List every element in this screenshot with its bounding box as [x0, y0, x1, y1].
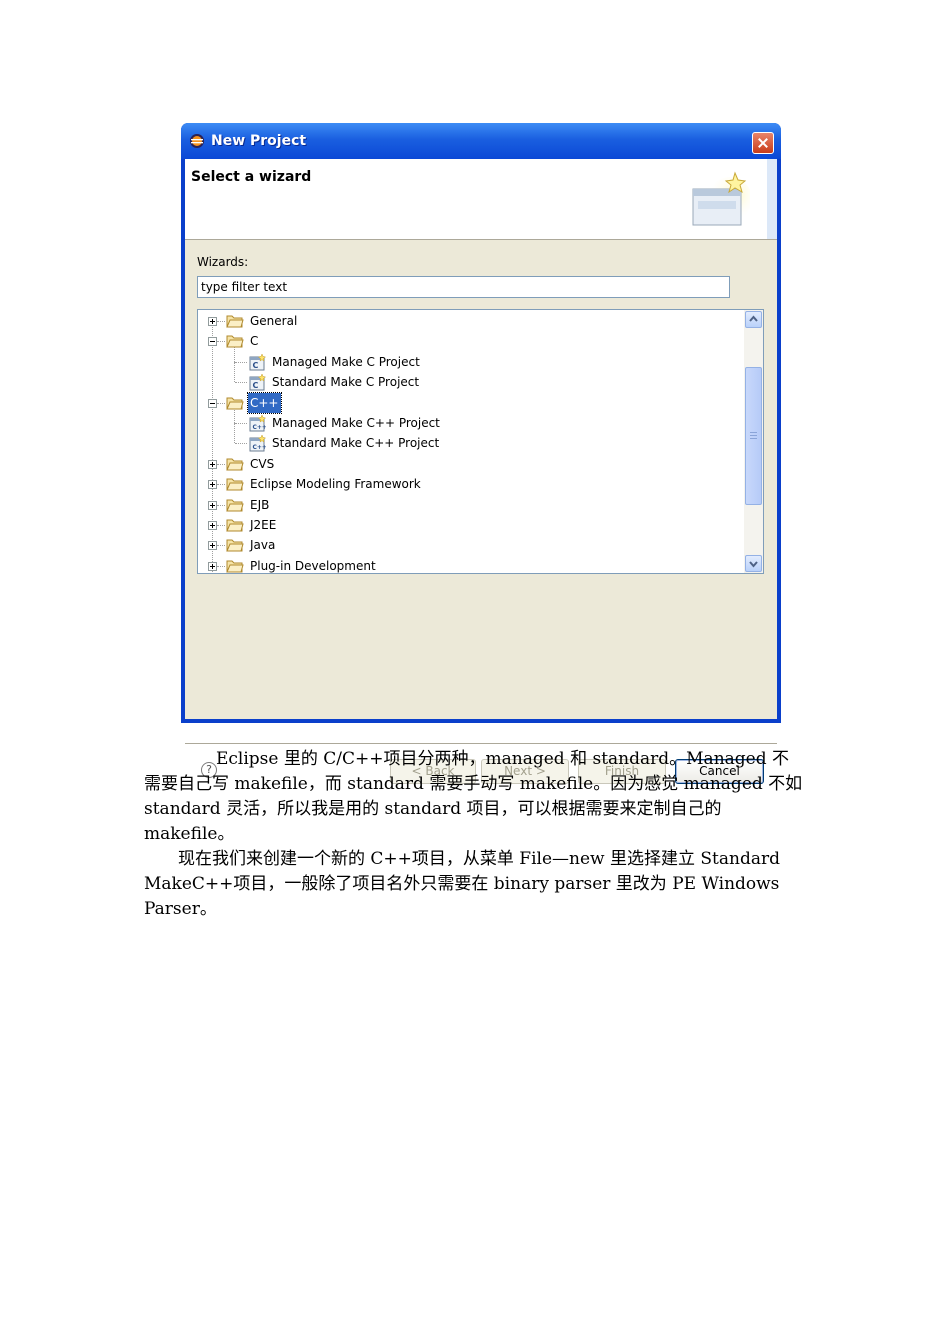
- tree-category-item[interactable]: Eclipse Modeling Framework: [198, 474, 738, 494]
- tree-item-label: Managed Make C++ Project: [272, 416, 440, 430]
- svg-text:C: C: [253, 361, 259, 370]
- folder-icon: [226, 539, 244, 552]
- folder-icon: [226, 315, 244, 328]
- tree-connector: [235, 423, 247, 424]
- eclipse-icon: [190, 134, 204, 148]
- chevron-up-icon: [749, 315, 758, 322]
- tree-category-item[interactable]: C: [198, 331, 738, 351]
- tree-category-item[interactable]: Java: [198, 535, 738, 555]
- header-strip: [767, 159, 777, 239]
- expand-icon[interactable]: [208, 500, 217, 510]
- dialog-title: New Project: [211, 133, 307, 149]
- tree-item-label: Plug-in Development: [250, 558, 376, 573]
- folder-icon: [226, 397, 244, 410]
- collapse-icon[interactable]: [208, 398, 217, 408]
- tree-item-label: EJB: [250, 497, 270, 512]
- tree-connector: [217, 484, 225, 486]
- tree-category-item[interactable]: EJB: [198, 495, 738, 515]
- project-icon: C: [249, 353, 266, 371]
- dialog-client-area: Select a wizard Wizards: Plug-in Deve: [185, 159, 777, 784]
- tree-category-item[interactable]: Plug-in Development: [198, 556, 738, 573]
- folder-icon: [226, 519, 244, 532]
- scroll-down-button[interactable]: [745, 555, 762, 572]
- tree-wizard-item[interactable]: C Managed Make C Project: [198, 341, 738, 372]
- new-wizard-icon: [692, 171, 750, 226]
- wizards-label: Wizards:: [197, 255, 249, 269]
- tree-item-label: Managed Make C Project: [272, 354, 420, 369]
- tree-item-label: CVS: [250, 456, 275, 471]
- wizard-header: Select a wizard: [185, 159, 777, 240]
- footer-separator: [185, 743, 777, 744]
- wizard-content: Wizards: Plug-in Development Java J2EE EJB E…: [185, 240, 777, 784]
- tree-item-label: Java: [250, 538, 276, 553]
- folder-icon: [226, 560, 244, 573]
- expand-icon[interactable]: [208, 561, 217, 571]
- tree-item-label: Eclipse Modeling Framework: [250, 477, 421, 492]
- tree-category-item[interactable]: General: [198, 311, 738, 331]
- tree-item-label: J2EE: [250, 518, 277, 532]
- tree-category-item[interactable]: CVS: [198, 454, 738, 474]
- chevron-down-icon: [749, 561, 758, 568]
- expand-icon[interactable]: [208, 317, 217, 326]
- tree-category-item[interactable]: J2EE: [198, 515, 738, 535]
- tree-connector: [217, 545, 225, 547]
- tree-connector: [217, 463, 225, 465]
- grip-icon: [750, 432, 757, 439]
- expand-icon[interactable]: [208, 521, 217, 530]
- tree-connector: [217, 321, 225, 322]
- folder-icon: [226, 458, 244, 471]
- tree-connector: [235, 443, 247, 445]
- svg-text:C: C: [253, 381, 259, 390]
- tree-wizard-item[interactable]: C++ Managed Make C++ Project: [198, 403, 738, 433]
- folder-icon: [226, 335, 244, 348]
- project-icon: C: [249, 374, 266, 391]
- close-icon[interactable]: [752, 132, 774, 154]
- tree-item-label: C: [250, 334, 259, 349]
- header-title: Select a wizard: [191, 169, 312, 185]
- tree-connector: [217, 565, 225, 567]
- svg-text:C++: C++: [253, 444, 267, 451]
- new-project-dialog: New Project Select a wizard Wizards: typ…: [181, 123, 781, 784]
- filter-input[interactable]: [197, 276, 730, 298]
- expand-icon[interactable]: [208, 541, 217, 551]
- folder-icon: [226, 478, 244, 491]
- collapse-icon[interactable]: [208, 337, 217, 347]
- scroll-up-button[interactable]: [745, 311, 762, 328]
- scroll-thumb[interactable]: [745, 367, 762, 505]
- tree-item-label: C++: [247, 391, 282, 414]
- paragraph-1: Eclipse 里的 C/C++项目分两种，managed 和 standard…: [144, 749, 803, 844]
- svg-text:C++: C++: [253, 424, 267, 431]
- tree-connector: [235, 382, 247, 384]
- vertical-scrollbar[interactable]: [744, 310, 763, 573]
- folder-icon: [226, 499, 244, 512]
- project-icon: C++: [249, 415, 266, 432]
- tree-connector: [235, 361, 247, 363]
- paragraph-2: 现在我们来创建一个新的 C++项目，从菜单 File—new 里选择建立 Sta…: [144, 849, 780, 919]
- tree-connector: [217, 402, 225, 404]
- tree-connector: [217, 504, 225, 506]
- project-icon: C++: [249, 435, 266, 452]
- expand-icon[interactable]: [208, 480, 217, 490]
- tree-item-label: General: [250, 314, 298, 328]
- tree-category-item[interactable]: C++: [198, 391, 738, 414]
- tree-item-label: Standard Make C Project: [272, 375, 420, 390]
- title-bar[interactable]: New Project: [181, 123, 781, 159]
- tree-connector: [217, 525, 225, 526]
- wizards-tree[interactable]: Plug-in Development Java J2EE EJB Eclipse Mo…: [197, 309, 764, 574]
- tree-wizard-item[interactable]: C Standard Make C Project: [198, 362, 738, 392]
- tree-connector: [217, 341, 225, 343]
- expand-icon[interactable]: [208, 459, 217, 469]
- tree-item-label: Standard Make C++ Project: [272, 436, 440, 451]
- tree-wizard-item[interactable]: C++ Standard Make C++ Project: [198, 423, 738, 453]
